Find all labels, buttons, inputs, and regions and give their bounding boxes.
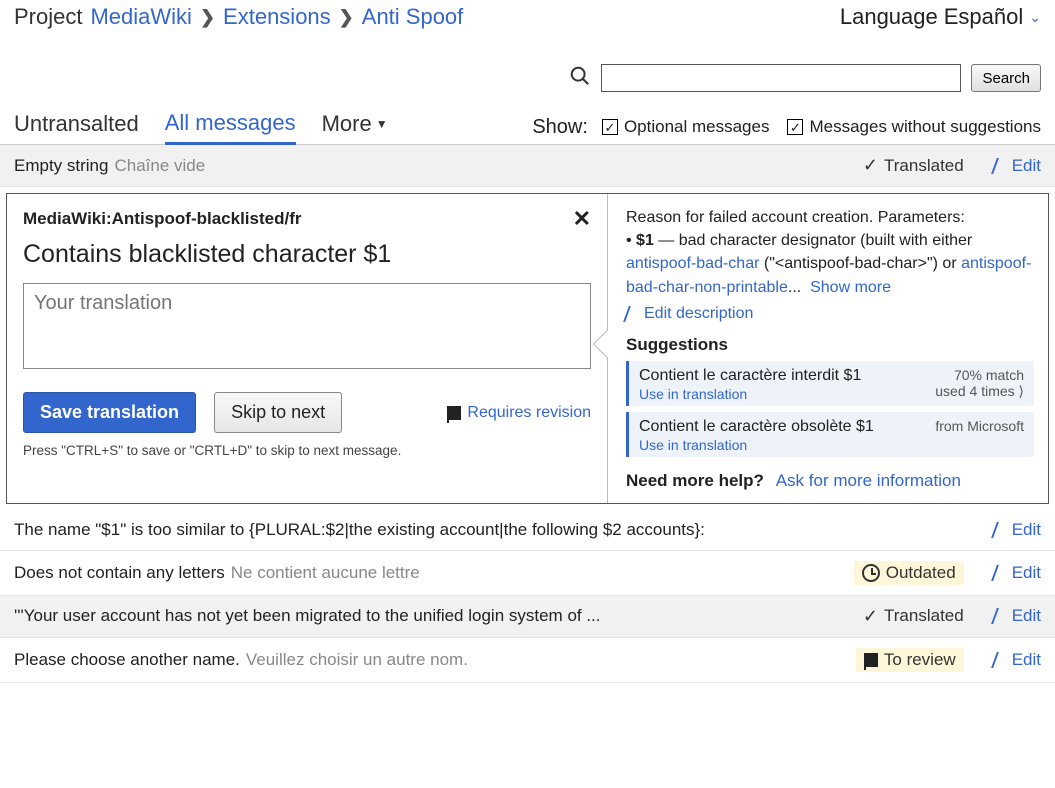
- clock-icon: [862, 564, 880, 582]
- skip-button[interactable]: Skip to next: [214, 392, 342, 433]
- suggestion-usage[interactable]: used 4 times ⟩: [935, 383, 1024, 400]
- check-icon: ✓: [863, 155, 878, 176]
- pencil-icon: [991, 565, 1011, 581]
- show-more-link[interactable]: Show more: [810, 279, 891, 296]
- pencil-icon: [991, 522, 1011, 538]
- pencil-icon: [623, 306, 643, 322]
- search-input[interactable]: [601, 64, 961, 92]
- message-row[interactable]: Please choose another name. Veuillez cho…: [0, 638, 1055, 683]
- message-row[interactable]: Empty string Chaîne vide ✓ Translated Ed…: [0, 145, 1055, 187]
- message-translation: Chaîne vide: [114, 156, 205, 176]
- tab-more[interactable]: More▼: [322, 111, 388, 143]
- message-translation: Veuillez choisir un autre nom.: [246, 650, 468, 670]
- checkbox-icon: ✓: [602, 119, 618, 135]
- flag-icon: [864, 653, 878, 667]
- message-source: Please choose another name.: [14, 650, 240, 670]
- suggestion-match: 70% match: [935, 367, 1024, 383]
- chevron-right-icon: ❯: [339, 7, 354, 28]
- save-translation-button[interactable]: Save translation: [23, 392, 196, 433]
- message-row[interactable]: '''Your user account has not yet been mi…: [0, 596, 1055, 638]
- message-source: Empty string: [14, 156, 108, 176]
- edit-link[interactable]: Edit: [994, 520, 1041, 540]
- ask-info-link[interactable]: Ask for more information: [776, 471, 961, 490]
- breadcrumb-project[interactable]: MediaWiki: [90, 4, 191, 30]
- editor-title: MediaWiki:Antispoof-blacklisted/fr: [23, 209, 301, 229]
- message-documentation: Reason for failed account creation. Para…: [626, 206, 1034, 299]
- search-button[interactable]: Search: [971, 64, 1041, 92]
- edit-link[interactable]: Edit: [994, 156, 1041, 176]
- message-source: Does not contain any letters: [14, 563, 225, 583]
- breadcrumb-leaf[interactable]: Anti Spoof: [362, 4, 464, 30]
- language-selector[interactable]: Language Español ⌄: [840, 4, 1041, 30]
- language-label: Language: [840, 4, 938, 30]
- use-suggestion-link[interactable]: Use in translation: [639, 437, 874, 453]
- checkbox-icon: ✓: [787, 119, 803, 135]
- use-suggestion-link[interactable]: Use in translation: [639, 386, 861, 402]
- message-row[interactable]: The name "$1" is too similar to {PLURAL:…: [0, 510, 1055, 551]
- suggestion-item: Contient le caractère obsolète $1 Use in…: [626, 412, 1034, 457]
- keyboard-hint: Press "CTRL+S" to save or "CRTL+D" to sk…: [23, 443, 591, 458]
- status-to-review: To review: [856, 648, 964, 672]
- edit-link[interactable]: Edit: [994, 606, 1041, 626]
- close-icon[interactable]: ✕: [573, 206, 591, 232]
- suggestion-source: from Microsoft: [935, 418, 1024, 434]
- checkbox-optional-messages[interactable]: ✓ Optional messages: [602, 117, 770, 137]
- status-translated: ✓ Translated: [863, 606, 964, 627]
- checkbox-without-suggestions[interactable]: ✓ Messages without suggestions: [787, 117, 1041, 137]
- doc-link[interactable]: antispoof-bad-char: [626, 255, 759, 272]
- flag-icon: [447, 406, 461, 420]
- requires-revision-link[interactable]: Requires revision: [447, 404, 591, 422]
- status-translated: ✓ Translated: [863, 155, 964, 176]
- pencil-icon: [991, 652, 1011, 668]
- translation-editor: MediaWiki:Antispoof-blacklisted/fr ✕ Con…: [6, 193, 1049, 504]
- caret-down-icon: ▼: [376, 117, 388, 131]
- tab-all-messages[interactable]: All messages: [165, 110, 296, 145]
- breadcrumb-label: Project: [14, 4, 82, 30]
- suggestion-text: Contient le caractère obsolète $1: [639, 418, 874, 436]
- message-row[interactable]: Does not contain any letters Ne contient…: [0, 551, 1055, 596]
- chevron-right-icon: ❯: [200, 7, 215, 28]
- suggestions-heading: Suggestions: [626, 335, 1034, 355]
- edit-link[interactable]: Edit: [994, 563, 1041, 583]
- breadcrumb: Project MediaWiki ❯ Extensions ❯ Anti Sp…: [14, 4, 463, 30]
- pencil-icon: [991, 158, 1011, 174]
- message-source: The name "$1" is too similar to {PLURAL:…: [14, 520, 705, 540]
- original-message: Contains blacklisted character $1: [23, 240, 591, 269]
- check-icon: ✓: [863, 606, 878, 627]
- suggestion-item: Contient le caractère interdit $1 Use in…: [626, 361, 1034, 406]
- language-value: Español: [944, 4, 1024, 30]
- status-outdated: Outdated: [854, 561, 964, 585]
- edit-link[interactable]: Edit: [994, 650, 1041, 670]
- message-translation: Ne contient aucune lettre: [231, 563, 420, 583]
- chevron-down-icon: ⌄: [1029, 9, 1041, 26]
- pencil-icon: [991, 608, 1011, 624]
- translation-input[interactable]: [23, 283, 591, 369]
- tab-untranslated[interactable]: Untransalted: [14, 111, 139, 143]
- edit-description-link[interactable]: Edit description: [626, 305, 1034, 323]
- breadcrumb-extensions[interactable]: Extensions: [223, 4, 331, 30]
- help-question: Need more help?: [626, 471, 764, 490]
- suggestion-text: Contient le caractère interdit $1: [639, 367, 861, 385]
- message-source: '''Your user account has not yet been mi…: [14, 606, 601, 626]
- show-label: Show:: [532, 116, 588, 139]
- search-icon: [569, 65, 591, 92]
